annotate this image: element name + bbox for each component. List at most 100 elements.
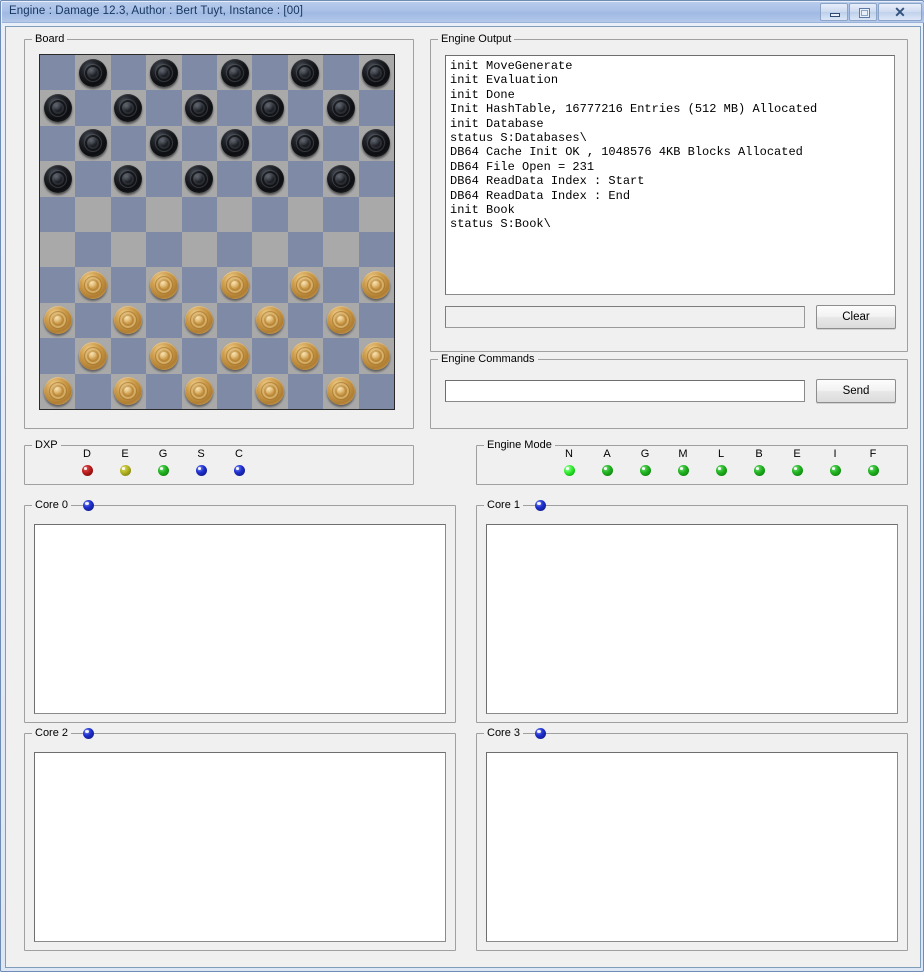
board-square-r7-c6[interactable] <box>252 303 287 338</box>
board-square-r0-c1[interactable] <box>75 55 110 90</box>
gold-piece[interactable] <box>79 342 107 370</box>
engine-status-input[interactable] <box>446 307 804 327</box>
black-piece[interactable] <box>362 59 390 87</box>
board-square-r0-c8[interactable] <box>323 55 358 90</box>
board-square-r8-c7[interactable] <box>288 338 323 373</box>
gold-piece[interactable] <box>114 377 142 405</box>
board-square-r5-c2[interactable] <box>111 232 146 267</box>
board-square-r6-c7[interactable] <box>288 267 323 302</box>
board-square-r0-c6[interactable] <box>252 55 287 90</box>
board-square-r4-c0[interactable] <box>40 197 75 232</box>
board-square-r7-c4[interactable] <box>182 303 217 338</box>
black-piece[interactable] <box>150 129 178 157</box>
board-square-r0-c9[interactable] <box>359 55 394 90</box>
close-button[interactable]: ✕ <box>878 3 922 21</box>
black-piece[interactable] <box>327 94 355 122</box>
gold-piece[interactable] <box>327 306 355 334</box>
board-square-r7-c2[interactable] <box>111 303 146 338</box>
board-square-r1-c6[interactable] <box>252 90 287 125</box>
board-square-r9-c7[interactable] <box>288 374 323 409</box>
board-square-r7-c9[interactable] <box>359 303 394 338</box>
gold-piece[interactable] <box>291 342 319 370</box>
core-0-output[interactable] <box>34 524 446 714</box>
black-piece[interactable] <box>291 129 319 157</box>
black-piece[interactable] <box>44 94 72 122</box>
board-square-r6-c2[interactable] <box>111 267 146 302</box>
board-square-r9-c5[interactable] <box>217 374 252 409</box>
board-square-r3-c5[interactable] <box>217 161 252 196</box>
black-piece[interactable] <box>291 59 319 87</box>
board-square-r1-c2[interactable] <box>111 90 146 125</box>
gold-piece[interactable] <box>185 377 213 405</box>
gold-piece[interactable] <box>44 306 72 334</box>
black-piece[interactable] <box>362 129 390 157</box>
black-piece[interactable] <box>44 165 72 193</box>
black-piece[interactable] <box>221 129 249 157</box>
gold-piece[interactable] <box>221 271 249 299</box>
engine-status-field[interactable] <box>445 306 805 328</box>
black-piece[interactable] <box>79 59 107 87</box>
board-square-r7-c7[interactable] <box>288 303 323 338</box>
board-square-r0-c3[interactable] <box>146 55 181 90</box>
gold-piece[interactable] <box>44 377 72 405</box>
black-piece[interactable] <box>79 129 107 157</box>
gold-piece[interactable] <box>114 306 142 334</box>
board-square-r6-c4[interactable] <box>182 267 217 302</box>
board-square-r9-c6[interactable] <box>252 374 287 409</box>
board-square-r4-c1[interactable] <box>75 197 110 232</box>
board-square-r5-c7[interactable] <box>288 232 323 267</box>
board-square-r6-c9[interactable] <box>359 267 394 302</box>
gold-piece[interactable] <box>79 271 107 299</box>
board-square-r4-c8[interactable] <box>323 197 358 232</box>
board-square-r4-c6[interactable] <box>252 197 287 232</box>
black-piece[interactable] <box>185 165 213 193</box>
gold-piece[interactable] <box>221 342 249 370</box>
gold-piece[interactable] <box>362 271 390 299</box>
board-square-r5-c6[interactable] <box>252 232 287 267</box>
board-square-r5-c9[interactable] <box>359 232 394 267</box>
board-square-r2-c3[interactable] <box>146 126 181 161</box>
board-square-r3-c1[interactable] <box>75 161 110 196</box>
black-piece[interactable] <box>185 94 213 122</box>
board-square-r2-c2[interactable] <box>111 126 146 161</box>
board-square-r1-c1[interactable] <box>75 90 110 125</box>
gold-piece[interactable] <box>150 342 178 370</box>
board-square-r8-c1[interactable] <box>75 338 110 373</box>
board-square-r1-c4[interactable] <box>182 90 217 125</box>
board-square-r9-c9[interactable] <box>359 374 394 409</box>
core-2-output[interactable] <box>34 752 446 942</box>
board-square-r9-c1[interactable] <box>75 374 110 409</box>
board-square-r0-c4[interactable] <box>182 55 217 90</box>
core-3-output[interactable] <box>486 752 898 942</box>
board-square-r5-c4[interactable] <box>182 232 217 267</box>
board-square-r5-c8[interactable] <box>323 232 358 267</box>
board-square-r4-c3[interactable] <box>146 197 181 232</box>
board-square-r5-c0[interactable] <box>40 232 75 267</box>
board-square-r6-c0[interactable] <box>40 267 75 302</box>
board-square-r7-c8[interactable] <box>323 303 358 338</box>
board-square-r2-c5[interactable] <box>217 126 252 161</box>
board-square-r3-c0[interactable] <box>40 161 75 196</box>
board-square-r8-c9[interactable] <box>359 338 394 373</box>
board-square-r8-c0[interactable] <box>40 338 75 373</box>
board-square-r3-c8[interactable] <box>323 161 358 196</box>
board-square-r2-c4[interactable] <box>182 126 217 161</box>
board-square-r4-c5[interactable] <box>217 197 252 232</box>
board-square-r1-c9[interactable] <box>359 90 394 125</box>
board-square-r3-c4[interactable] <box>182 161 217 196</box>
board-square-r6-c3[interactable] <box>146 267 181 302</box>
gold-piece[interactable] <box>256 306 284 334</box>
board-square-r9-c8[interactable] <box>323 374 358 409</box>
board-square-r0-c5[interactable] <box>217 55 252 90</box>
black-piece[interactable] <box>150 59 178 87</box>
board-square-r3-c6[interactable] <box>252 161 287 196</box>
board-square-r5-c1[interactable] <box>75 232 110 267</box>
engine-command-field[interactable] <box>445 380 805 402</box>
board-square-r8-c3[interactable] <box>146 338 181 373</box>
send-button[interactable]: Send <box>816 379 896 403</box>
gold-piece[interactable] <box>362 342 390 370</box>
board-square-r8-c4[interactable] <box>182 338 217 373</box>
board-square-r7-c0[interactable] <box>40 303 75 338</box>
board-square-r6-c1[interactable] <box>75 267 110 302</box>
board-square-r9-c4[interactable] <box>182 374 217 409</box>
